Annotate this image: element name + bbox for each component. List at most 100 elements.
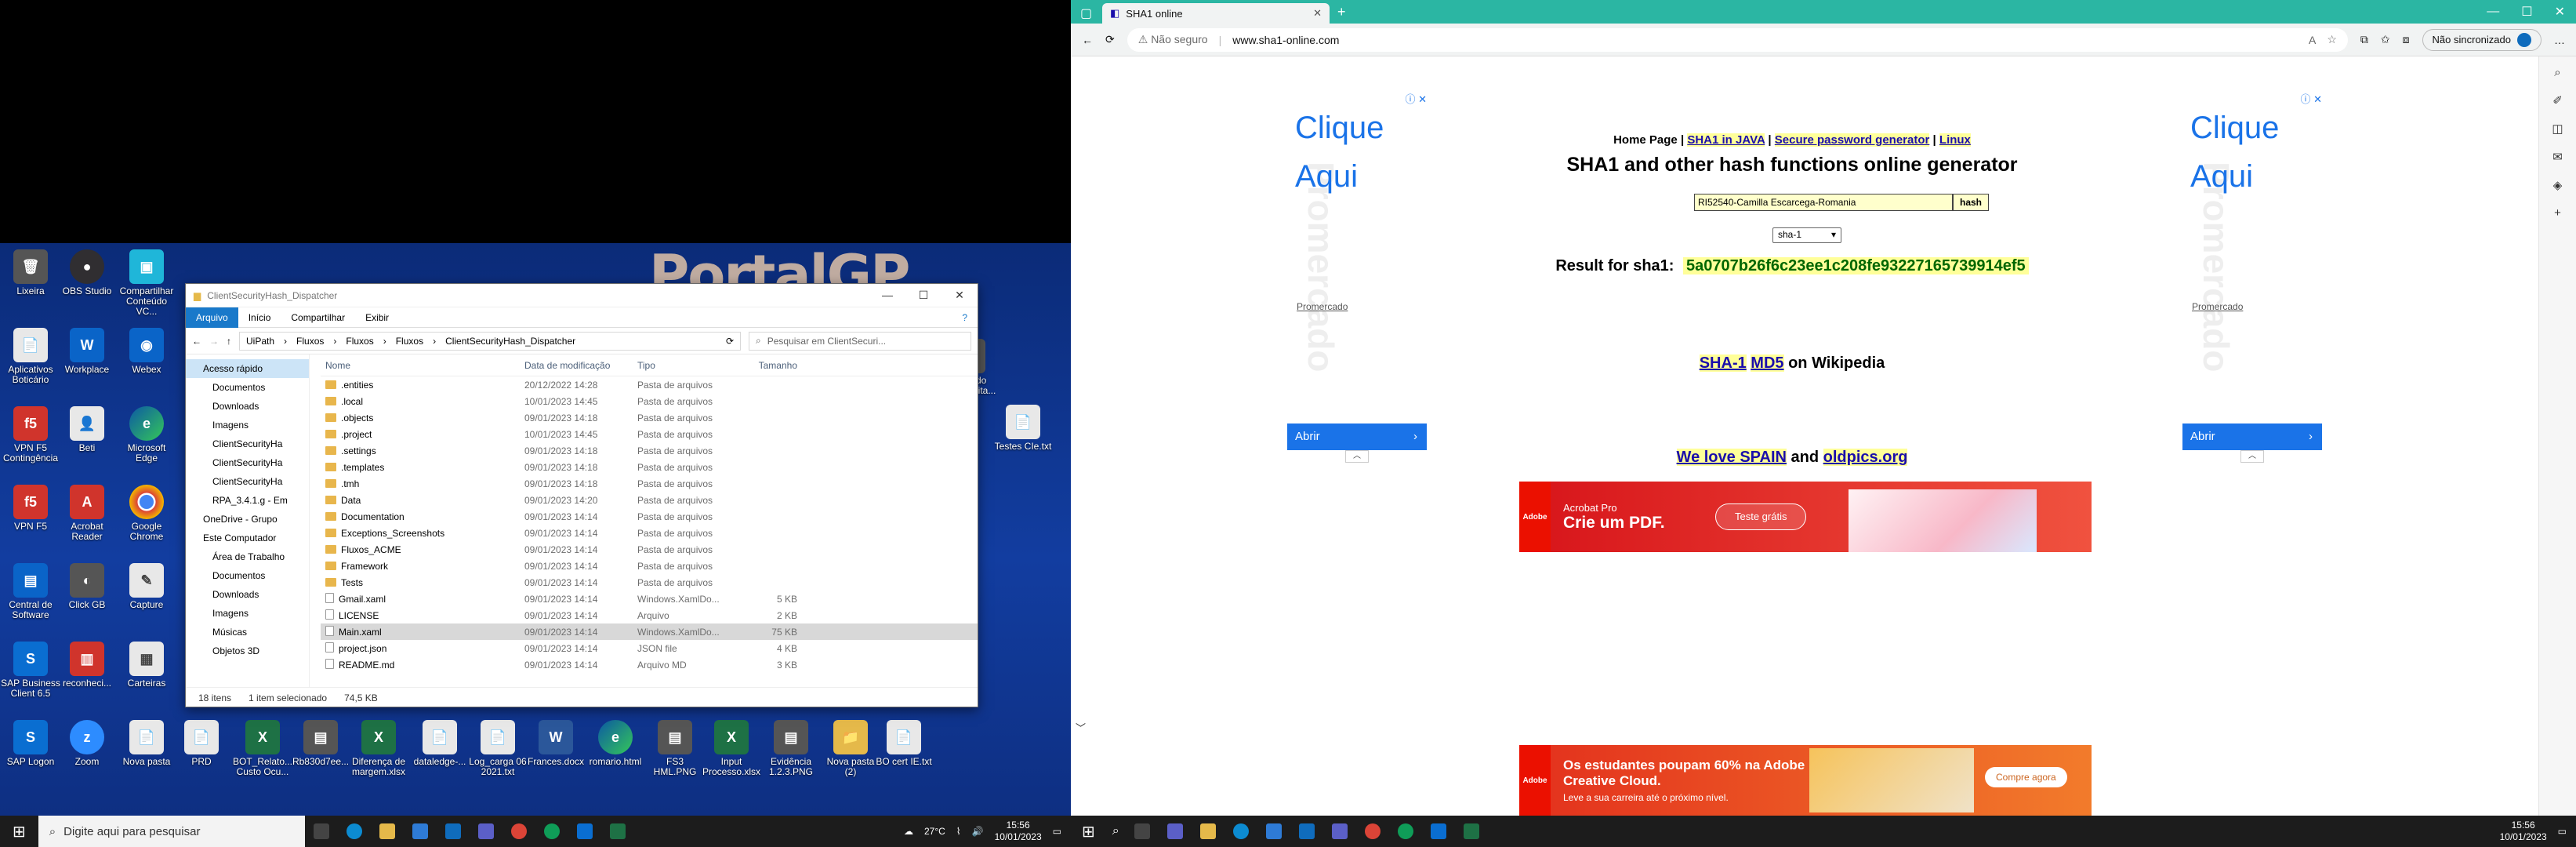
- chrome-taskbar-icon[interactable]: [1397, 823, 1413, 839]
- file-row[interactable]: .objects 09/01/2023 14:18 Pasta de arquivo…: [321, 409, 978, 426]
- games-icon[interactable]: ◈: [2553, 178, 2563, 192]
- desktop-icon[interactable]: Google Chrome: [116, 485, 177, 542]
- file-row[interactable]: Fluxos_ACME 09/01/2023 14:14 Pasta de arqu…: [321, 541, 978, 558]
- wifi-icon[interactable]: ⌇: [956, 826, 961, 837]
- store-taskbar-icon[interactable]: [412, 823, 428, 839]
- file-row[interactable]: Exceptions_Screenshots 09/01/2023 14:14 Pa…: [321, 525, 978, 541]
- chrome-taskbar-icon[interactable]: [543, 823, 560, 839]
- file-explorer-window[interactable]: ▆ ClientSecurityHash_Dispatcher — ☐ ✕ Ar…: [185, 283, 978, 707]
- linux-link[interactable]: Linux: [1939, 133, 1971, 147]
- desktop-icon[interactable]: 📄 BO cert IE.txt: [873, 720, 934, 767]
- desktop-icon[interactable]: X Diferença de margem.xlsx: [348, 720, 409, 777]
- refresh-icon[interactable]: ⟳: [1105, 33, 1115, 46]
- desktop-icon[interactable]: 📄 dataledge-...: [409, 720, 470, 767]
- desktop-icon[interactable]: ✎ Capture: [116, 563, 177, 610]
- store-taskbar-icon[interactable]: [1265, 823, 1282, 839]
- windows-start-icon[interactable]: ⊞: [1071, 822, 1106, 842]
- file-row[interactable]: Tests 09/01/2023 14:14 Pasta de arquivos: [321, 574, 978, 591]
- column-header-size[interactable]: Tamanho: [750, 360, 797, 371]
- nav-item[interactable]: Acesso rápido: [186, 359, 309, 378]
- file-row[interactable]: .tmh 09/01/2023 14:18 Pasta de arquivos: [321, 475, 978, 492]
- weather-icon[interactable]: ☁: [904, 826, 913, 837]
- outlook-icon[interactable]: ✉: [2552, 150, 2563, 164]
- desktop-icon[interactable]: 📄 Testes CIe.txt: [992, 405, 1054, 452]
- windows-start-icon[interactable]: ⊞: [0, 822, 38, 842]
- desktop-icon[interactable]: A Acrobat Reader: [56, 485, 118, 542]
- home-page-link[interactable]: Home Page: [1613, 133, 1678, 147]
- breadcrumb-item[interactable]: Fluxos: [296, 336, 324, 347]
- back-arrow-icon[interactable]: ←: [1082, 34, 1093, 46]
- profile-sync-button[interactable]: Não sincronizado: [2422, 28, 2542, 51]
- ad-open-button[interactable]: Abrir ›: [2182, 424, 2322, 450]
- ad-headline[interactable]: Clique Aqui: [2182, 91, 2322, 201]
- nav-item[interactable]: Downloads: [186, 397, 309, 416]
- read-aloud-icon[interactable]: A: [2309, 34, 2316, 46]
- desktop-icon[interactable]: ● OBS Studio: [56, 249, 118, 296]
- nav-item[interactable]: Objetos 3D: [186, 642, 309, 660]
- ad-open-button[interactable]: Abrir ›: [1287, 424, 1427, 450]
- breadcrumb-item[interactable]: Fluxos: [346, 336, 373, 347]
- desktop-icon[interactable]: ▥ reconheci...: [56, 642, 118, 689]
- close-icon[interactable]: ✕: [942, 289, 978, 302]
- file-row[interactable]: .project 10/01/2023 14:45 Pasta de arquivo…: [321, 426, 978, 442]
- teams-taskbar-icon[interactable]: [1331, 823, 1348, 839]
- tab-sha1-online[interactable]: ◧ SHA1 online ✕: [1102, 3, 1330, 24]
- file-row[interactable]: LICENSE 09/01/2023 14:14 Arquivo 2 KB: [321, 607, 978, 623]
- favorites-icon[interactable]: ✩: [2381, 33, 2390, 46]
- desktop-icon[interactable]: ▤ Rb830d7ee...: [290, 720, 351, 767]
- desktop-icon[interactable]: W Workplace: [56, 328, 118, 375]
- sha1-java-link[interactable]: SHA1 in JAVA: [1687, 133, 1765, 147]
- breadcrumb[interactable]: UiPath › Fluxos › Fluxos › Fluxos › ClientSe…: [239, 331, 741, 351]
- nav-item[interactable]: Este Computador: [186, 529, 309, 547]
- collections-icon[interactable]: ⧈: [2403, 33, 2410, 46]
- file-row[interactable]: project.json 09/01/2023 14:14 JSON file 4 K…: [321, 640, 978, 656]
- file-row[interactable]: Framework 09/01/2023 14:14 Pasta de arquiv…: [321, 558, 978, 574]
- tools-icon[interactable]: ✐: [2552, 93, 2563, 107]
- taskbar-clock[interactable]: 15:56 10/01/2023: [2500, 820, 2547, 843]
- hash-input[interactable]: [1694, 194, 1953, 211]
- chrome-taskbar-icon[interactable]: [510, 823, 527, 839]
- file-explorer-taskbar-icon[interactable]: [1199, 823, 1216, 839]
- column-header-type[interactable]: Tipo: [637, 360, 750, 371]
- breadcrumb-item[interactable]: UiPath: [246, 336, 274, 347]
- maximize-icon[interactable]: ☐: [905, 289, 942, 302]
- desktop-icon[interactable]: e Microsoft Edge: [116, 406, 177, 463]
- desktop-icon[interactable]: 📄 Log_carga 06 2021.txt: [467, 720, 528, 777]
- desktop-icon[interactable]: 📄 PRD: [171, 720, 232, 767]
- side-ad-right[interactable]: ⓘ ✕ Promercado Clique Aqui Promercado Ab…: [2182, 91, 2322, 483]
- notification-icon[interactable]: ▭: [1053, 826, 1061, 837]
- file-row[interactable]: Documentation 09/01/2023 14:14 Pasta de ar…: [321, 508, 978, 525]
- tab-arquivo[interactable]: Arquivo: [186, 307, 238, 328]
- nav-item[interactable]: OneDrive - Grupo: [186, 510, 309, 529]
- workspace-icon[interactable]: ▢: [1080, 5, 1092, 21]
- ad-brand[interactable]: Promercado: [1297, 301, 1348, 312]
- side-ad-left[interactable]: ⓘ ✕ Promercado Clique Aqui Promercado Ab…: [1287, 91, 1427, 483]
- we-love-spain-link[interactable]: We love SPAIN: [1676, 449, 1787, 466]
- file-row[interactable]: README.md 09/01/2023 14:14 Arquivo MD 3 KB: [321, 656, 978, 673]
- desktop-icon[interactable]: ▤ Central de Software: [0, 563, 61, 620]
- file-row[interactable]: .templates 09/01/2023 14:18 Pasta de arqui…: [321, 459, 978, 475]
- minimize-icon[interactable]: —: [869, 289, 905, 302]
- nav-item[interactable]: Imagens: [186, 416, 309, 434]
- breadcrumb-item[interactable]: Fluxos: [396, 336, 423, 347]
- file-row[interactable]: .local 10/01/2023 14:45 Pasta de arquivos: [321, 393, 978, 409]
- nav-item[interactable]: ClientSecurityHa: [186, 434, 309, 453]
- close-icon[interactable]: ✕: [2544, 4, 2576, 20]
- url-field[interactable]: ⚠ Não seguro | www.sha1-online.com A ☆: [1127, 27, 2348, 52]
- nav-item[interactable]: Imagens: [186, 604, 309, 623]
- file-explorer-taskbar-icon[interactable]: [379, 823, 395, 839]
- file-row[interactable]: Main.xaml 09/01/2023 14:14 Windows.XamlDo.…: [321, 623, 978, 640]
- ad-headline[interactable]: Clique Aqui: [1287, 91, 1427, 201]
- tab-exibir[interactable]: Exibir: [355, 312, 399, 323]
- task-view-icon[interactable]: [1134, 823, 1150, 839]
- nav-item[interactable]: Músicas: [186, 623, 309, 642]
- column-header-name[interactable]: Nome: [321, 360, 524, 371]
- app-taskbar-icon[interactable]: [609, 823, 626, 839]
- close-tab-icon[interactable]: ✕: [1313, 7, 1322, 20]
- volume-icon[interactable]: 🔊: [972, 826, 984, 837]
- file-row[interactable]: Gmail.xaml 09/01/2023 14:14 Windows.XamlDo…: [321, 591, 978, 607]
- desktop-icon[interactable]: X BOT_Relato... Custo Ocu...: [232, 720, 293, 777]
- nav-item[interactable]: ClientSecurityHa: [186, 453, 309, 472]
- office-icon[interactable]: ◫: [2552, 122, 2563, 136]
- search-input[interactable]: ⌕ Pesquisar em ClientSecuri...: [749, 331, 971, 351]
